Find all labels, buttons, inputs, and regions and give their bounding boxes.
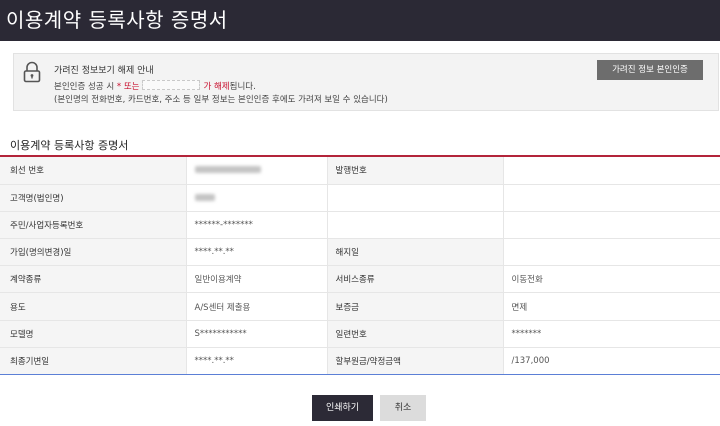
label-model-name: 모델명 (0, 320, 186, 348)
certificate-table: 회선 번호 발행번호 고객명(법인명) 주민/사업자등록번호 ******-**… (0, 157, 720, 376)
empty-cell (502, 211, 720, 240)
value-purpose: A/S센터 제출용 (185, 292, 327, 321)
notice-line-1-suffix: 됩니다. (229, 82, 256, 92)
value-termination-date (502, 238, 720, 267)
notice-line-1: 본인인증 성공 시 * 또는 가 해제됩니다. (54, 80, 256, 92)
notice-highlight: 가 해제 (203, 82, 230, 92)
table-row: 주민/사업자등록번호 ******-******* (0, 211, 720, 240)
cancel-button[interactable]: 취소 (380, 395, 426, 421)
value-line-number (185, 157, 327, 185)
notice-title: 가려진 정보보기 해제 안내 (54, 66, 154, 76)
value-installment-amount: /137,000 (502, 347, 720, 376)
label-join-date: 가입(명의변경)일 (0, 238, 186, 267)
label-issue-number: 발행번호 (326, 157, 503, 185)
label-registration-number: 주민/사업자등록번호 (0, 211, 186, 240)
section-title: 이용계약 등록사항 증명서 (10, 139, 129, 152)
masked-value (194, 166, 261, 174)
label-deposit: 보증금 (326, 292, 503, 321)
notice-line-2: (본인명의 전화번호, 카드번호, 주소 등 일부 정보는 본인인증 후에도 가… (54, 95, 388, 105)
label-purpose: 용도 (0, 292, 186, 321)
label-termination-date: 해지일 (326, 238, 503, 267)
value-registration-number: ******-******* (185, 211, 327, 240)
masked-value (194, 193, 215, 201)
label-serial-number: 일련번호 (326, 320, 503, 348)
table-row: 회선 번호 발행번호 (0, 157, 720, 185)
page-title: 이용계약 등록사항 증명서 (6, 8, 228, 32)
table-row: 계약종류 일반이용계약 서비스종류 이동전화 (0, 265, 720, 294)
value-serial-number: ******* (502, 320, 720, 348)
print-button[interactable]: 인쇄하기 (312, 395, 373, 421)
lock-icon (23, 61, 41, 83)
label-line-number: 회선 번호 (0, 157, 186, 185)
masked-info-notice: 가려진 정보보기 해제 안내 본인인증 성공 시 * 또는 가 해제됩니다. (본… (13, 53, 719, 111)
empty-cell (326, 211, 503, 240)
table-row: 고객명(법인명) (0, 184, 720, 212)
table-row: 모델명 S*********** 일련번호 ******* (0, 320, 720, 348)
value-last-device-change: ****.**.** (185, 347, 327, 376)
label-customer-name: 고객명(법인명) (0, 184, 186, 212)
value-contract-type: 일반이용계약 (185, 265, 327, 294)
label-installment-amount: 할부원금/약정금액 (326, 347, 503, 376)
notice-line-1-prefix: 본인인증 성공 시 (54, 82, 115, 92)
verify-identity-button[interactable]: 가려진 정보 본인인증 (597, 60, 703, 80)
table-row: 가입(명의변경)일 ****.**.** 해지일 (0, 238, 720, 267)
table-row: 최종기변일 ****.**.** 할부원금/약정금액 /137,000 (0, 347, 720, 376)
notice-or: 또는 (123, 82, 140, 92)
empty-cell (502, 184, 720, 212)
label-service-type: 서비스종류 (326, 265, 503, 294)
notice-star: * (116, 82, 122, 92)
title-bar: 이용계약 등록사항 증명서 (0, 0, 720, 41)
label-contract-type: 계약종류 (0, 265, 186, 294)
label-last-device-change: 최종기변일 (0, 347, 186, 376)
table-row: 용도 A/S센터 제출용 보증금 면제 (0, 292, 720, 321)
value-issue-number (502, 157, 720, 185)
empty-cell (326, 184, 503, 212)
value-model-name: S*********** (185, 320, 327, 348)
value-service-type: 이동전화 (502, 265, 720, 294)
value-join-date: ****.**.** (185, 238, 327, 267)
masked-sample-box (142, 80, 201, 90)
value-customer-name (185, 184, 327, 212)
value-deposit: 면제 (502, 292, 720, 321)
